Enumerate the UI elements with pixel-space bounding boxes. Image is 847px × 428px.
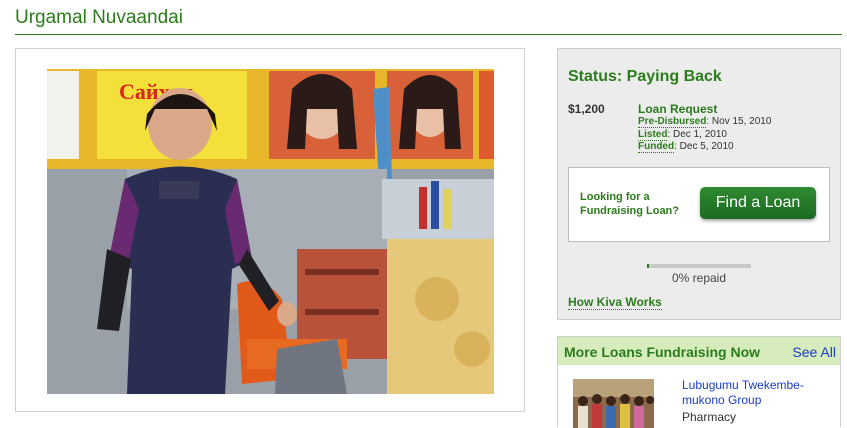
repaid-percent-label: 0% repaid — [671, 271, 727, 285]
loan-amount: $1,200 — [568, 102, 605, 116]
timeline-row: Pre-Disbursed: Nov 15, 2010 — [638, 116, 772, 128]
timeline-label[interactable]: Listed — [638, 128, 668, 141]
borrower-photo-frame: Сайхан — [15, 48, 525, 412]
timeline-row: Listed: Dec 1, 2010 — [638, 128, 727, 141]
loan-request-label: Loan Request — [638, 102, 718, 116]
fundraising-prompt-line: Looking for a — [580, 191, 650, 203]
fundraising-prompt-box: Looking for a Fundraising Loan? Find a L… — [568, 167, 830, 242]
find-a-loan-button[interactable]: Find a Loan — [700, 187, 816, 219]
loan-group-name-link[interactable]: Lubugumu Twekembe-mukono Group — [682, 378, 832, 408]
timeline-date: Dec 1, 2010 — [673, 128, 727, 140]
timeline-label[interactable]: Funded — [638, 141, 675, 153]
borrower-photo: Сайхан — [47, 69, 494, 394]
loan-sector: Pharmacy — [682, 410, 737, 424]
more-loans-title: More Loans Fundraising Now — [564, 344, 761, 360]
loan-timeline: Pre-Disbursed: Nov 15, 2010 Listed: Dec … — [638, 116, 771, 154]
timeline-date: Nov 15, 2010 — [711, 116, 772, 127]
repayment-progress-bar — [647, 264, 751, 268]
see-all-link[interactable]: See All — [792, 344, 836, 360]
fundraising-prompt-line: Fundraising Loan? — [580, 205, 679, 217]
fundraising-prompt: Looking for a Fundraising Loan? — [580, 190, 705, 218]
timeline-row: Funded: Dec 5, 2010 — [638, 141, 734, 153]
repayment-progress-fill — [647, 264, 650, 268]
loan-status-panel: Status: Paying Back $1,200 Loan Request … — [557, 48, 841, 320]
loan-thumbnail[interactable] — [573, 379, 654, 428]
more-loans-header: More Loans Fundraising Now See All — [558, 337, 840, 365]
borrower-name: Urgamal Nuvaandai — [15, 7, 183, 28]
how-kiva-works-link[interactable]: How Kiva Works — [568, 295, 662, 310]
timeline-label[interactable]: Pre-Disbursed — [638, 116, 707, 128]
title-divider — [15, 34, 842, 35]
timeline-date: Dec 5, 2010 — [679, 141, 734, 152]
status-heading: Status: Paying Back — [568, 68, 722, 85]
more-loans-panel: More Loans Fundraising Now See All Lubug… — [557, 336, 841, 428]
